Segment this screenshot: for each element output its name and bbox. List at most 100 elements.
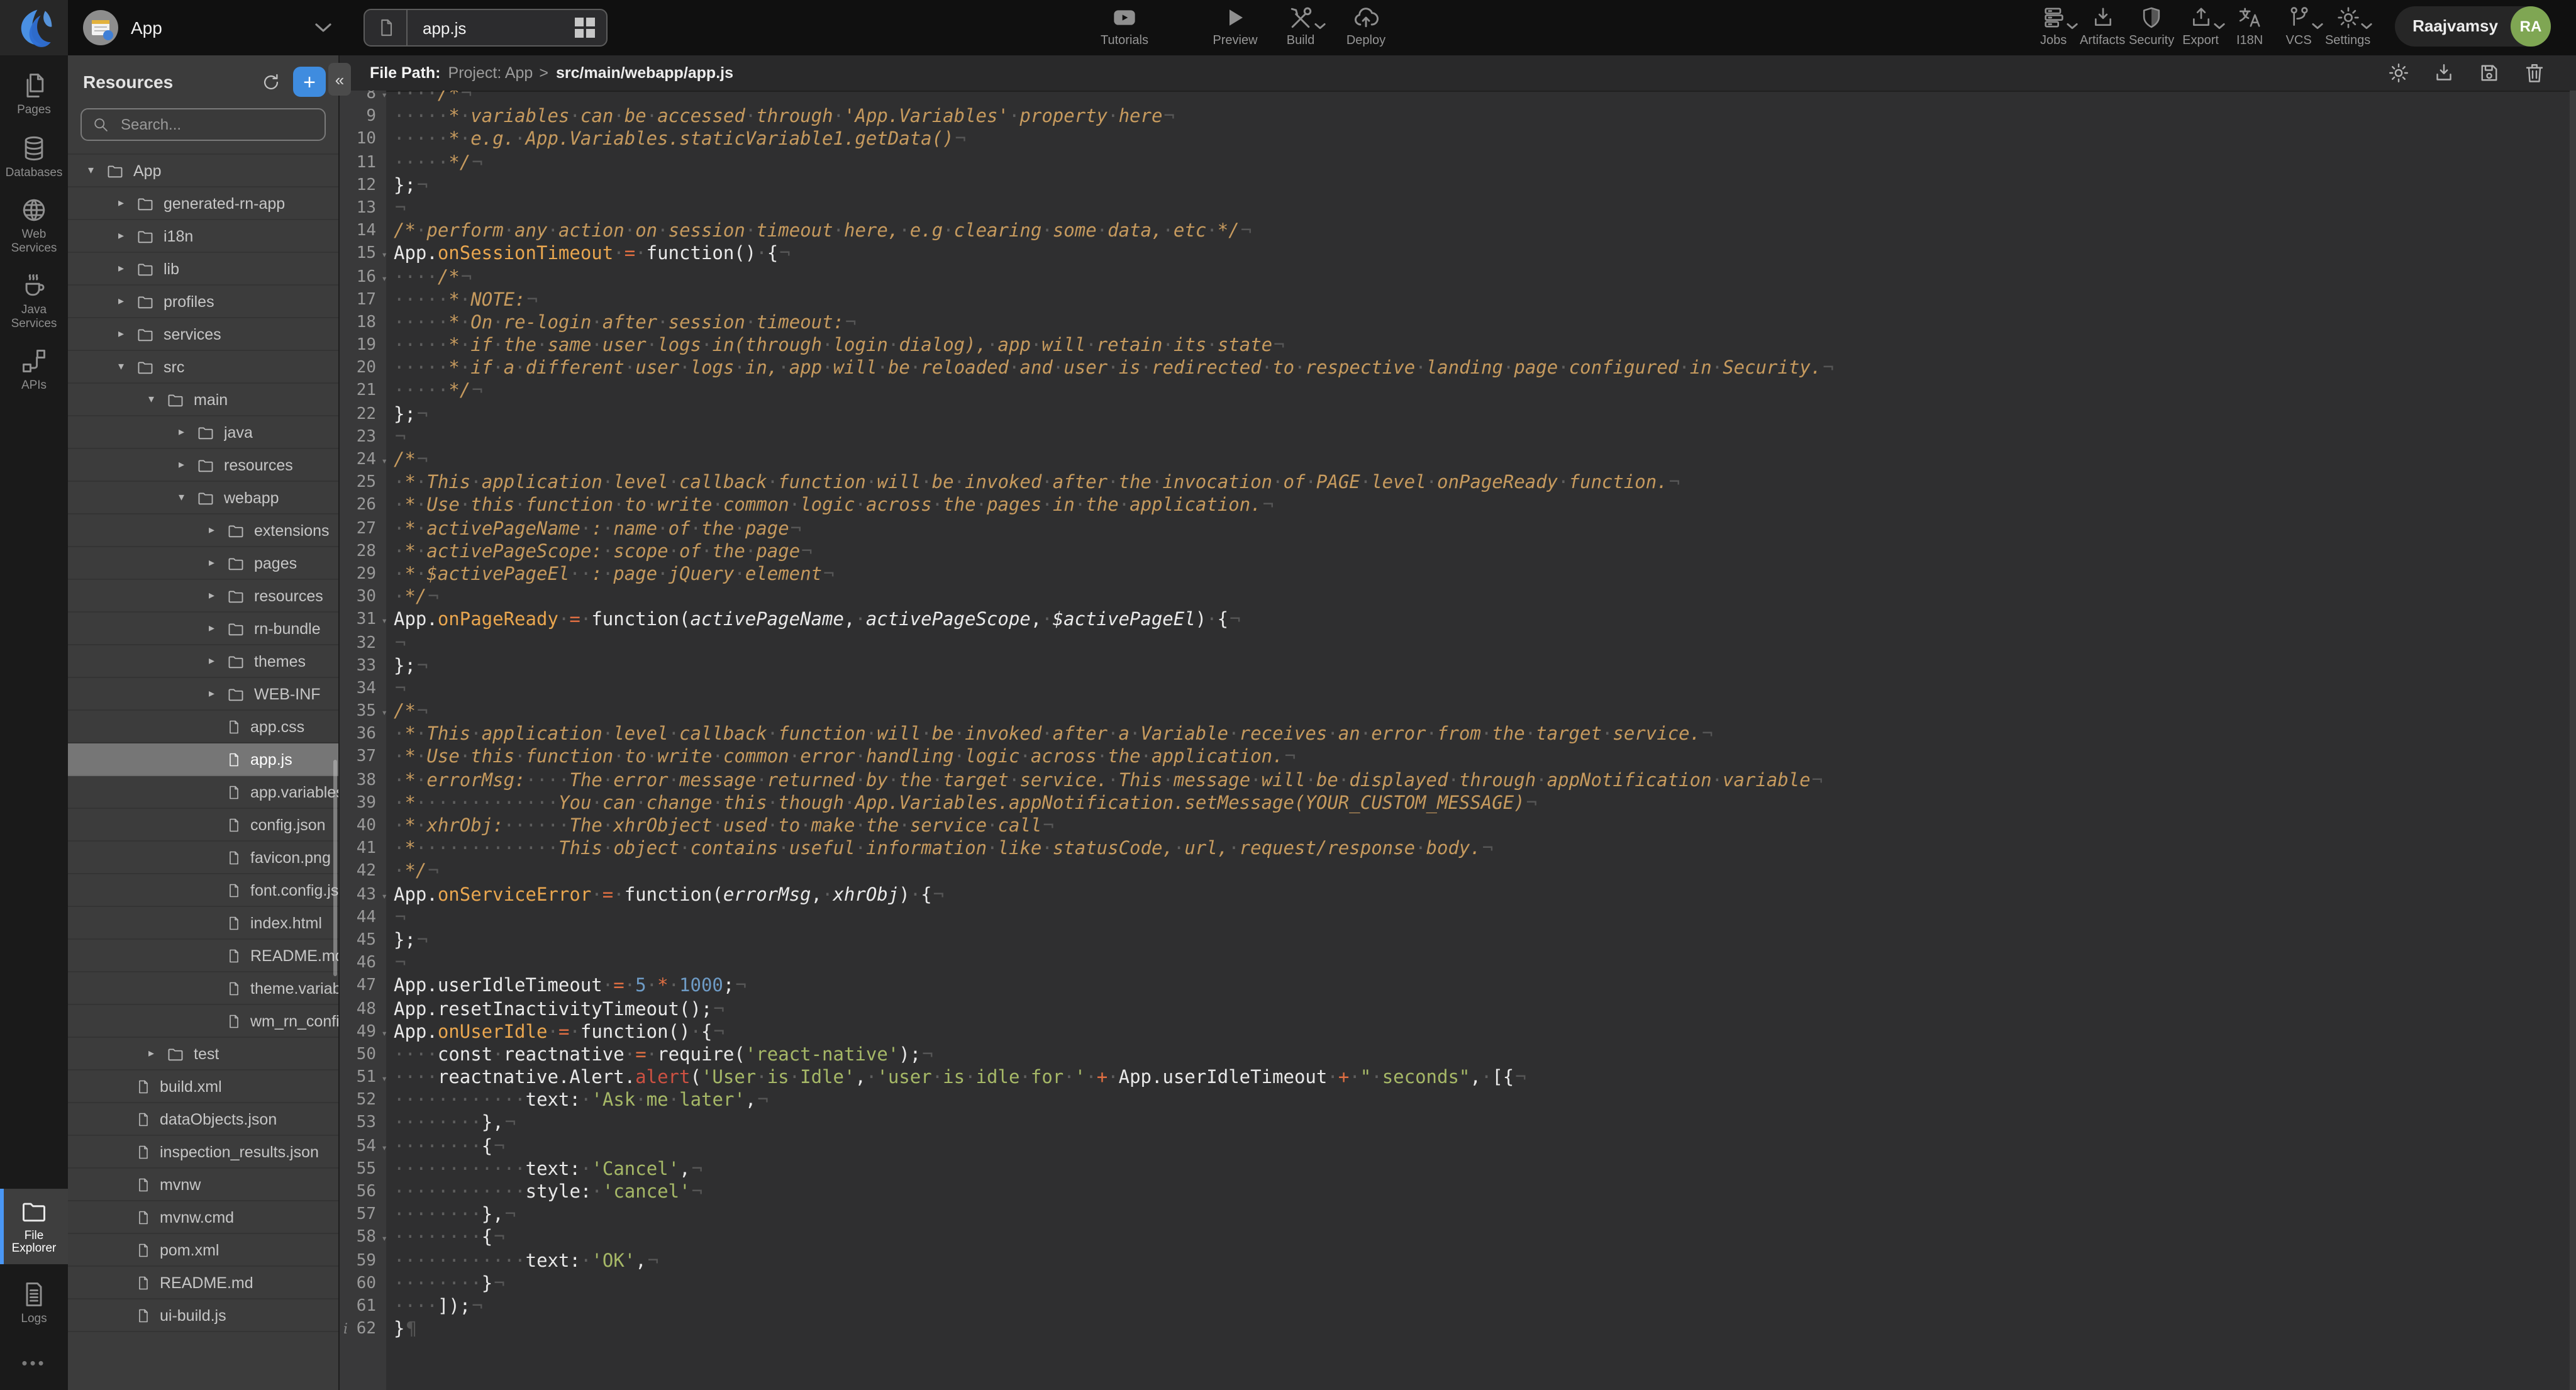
tree-row[interactable]: mvnw (68, 1169, 338, 1201)
tree-row[interactable]: ▾main (68, 384, 338, 416)
tree-row[interactable]: index.html (68, 907, 338, 940)
tree-collapsed-icon[interactable]: ▸ (179, 458, 196, 472)
tree-row[interactable]: README.md (68, 940, 338, 972)
code-line[interactable]: 29·*·$activePageEl··:·page·jQuery·elemen… (340, 564, 2570, 586)
code-line[interactable]: 30·*/¬ (340, 586, 2570, 609)
tree-row[interactable]: ▸extensions (68, 514, 338, 547)
tree-row[interactable]: wm_rn_config.js (68, 1005, 338, 1038)
tree-row[interactable]: ▸pages (68, 547, 338, 580)
tree-row[interactable]: README.md (68, 1267, 338, 1299)
code-line[interactable]: 41·*·············This·object·contains·us… (340, 838, 2570, 860)
user-menu[interactable]: Raajvamsy RA (2395, 6, 2551, 46)
grid-icon[interactable] (575, 18, 595, 38)
rail-item-file-explorer[interactable]: File Explorer (0, 1188, 68, 1264)
fold-icon[interactable]: ▾ (381, 885, 387, 908)
rail-item-java-services[interactable]: Java Services (0, 263, 68, 338)
rail-item-apis[interactable]: APIs (0, 338, 68, 401)
tree-collapsed-icon[interactable]: ▸ (148, 1047, 166, 1060)
artifacts-button[interactable]: Artifacts (2078, 4, 2127, 48)
tutorials-button[interactable]: Tutorials (1084, 4, 1165, 48)
code-line[interactable]: 55············text:·'Cancel',¬ (340, 1159, 2570, 1181)
rail-item-pages[interactable]: Pages (0, 63, 68, 125)
code-line[interactable]: 36·*·This·application·level·callback·fun… (340, 724, 2570, 747)
tree-row[interactable]: app.variables.js (68, 776, 338, 809)
code-line[interactable]: 16▾····/*¬ (340, 266, 2570, 289)
tree-row[interactable]: ▸WEB-INF (68, 678, 338, 711)
code-line[interactable]: 47App.userIdleTimeout·=·5·*·1000;¬ (340, 976, 2570, 998)
code-line[interactable]: 15▾App.onSessionTimeout·=·function()·{¬ (340, 243, 2570, 266)
refresh-button[interactable] (260, 71, 282, 92)
settings-button[interactable]: Settings (2323, 4, 2372, 48)
code-line[interactable]: 38·*·errorMsg:····The·error·message·retu… (340, 769, 2570, 792)
preview-button[interactable]: Preview (1202, 4, 1268, 48)
tree-row[interactable]: ▸java (68, 416, 338, 449)
i18n-button[interactable]: I18N (2225, 4, 2274, 48)
code-line[interactable]: 11·····*/¬ (340, 152, 2570, 174)
code-line[interactable]: 43▾App.onServiceError·=·function(errorMs… (340, 884, 2570, 906)
code-line[interactable]: 18·····*·On·re-login·after·session·timeo… (340, 312, 2570, 335)
tree-row[interactable]: ▸resources (68, 580, 338, 613)
tree-row[interactable]: ▾src (68, 351, 338, 384)
tree-collapsed-icon[interactable]: ▸ (209, 523, 226, 537)
code-line[interactable]: 21·····*/¬ (340, 381, 2570, 403)
tree-row[interactable]: favicon.png (68, 842, 338, 874)
tree-row[interactable]: app.js (68, 743, 338, 776)
search-box[interactable] (80, 108, 326, 141)
editor-scrollbar[interactable] (2570, 91, 2576, 1390)
code-line[interactable]: 37·*·Use·this·function·to·write·common·e… (340, 747, 2570, 769)
security-button[interactable]: Security (2127, 4, 2176, 48)
code-line[interactable]: 54▾········{¬ (340, 1135, 2570, 1158)
fold-icon[interactable]: ▾ (381, 702, 387, 725)
code-line[interactable]: 59············text:·'OK',¬ (340, 1250, 2570, 1272)
tree-row[interactable]: ▸rn-bundle (68, 613, 338, 645)
tree-row[interactable]: ▸profiles (68, 286, 338, 318)
code-line[interactable]: 45};¬ (340, 930, 2570, 952)
tree-row[interactable]: app.css (68, 711, 338, 743)
tree-row[interactable]: inspection_results.json (68, 1136, 338, 1169)
code-line[interactable]: 24▾/*¬ (340, 449, 2570, 472)
tree-row[interactable]: ▸lib (68, 253, 338, 286)
code-line[interactable]: 14/*·perform·any·action·on·session·timeo… (340, 220, 2570, 243)
tree-row[interactable]: ▸test (68, 1038, 338, 1070)
code-line[interactable]: 27·*·activePageName·:·name·of·the·page¬ (340, 518, 2570, 540)
panel-scrollbar[interactable] (333, 760, 337, 976)
code-line[interactable]: 60········}¬ (340, 1273, 2570, 1296)
code-line[interactable]: 39·*·············You·can·change·this·tho… (340, 792, 2570, 815)
build-button[interactable]: Build (1268, 4, 1333, 48)
code-line[interactable]: 28·*·activePageScope:·scope·of·the·page¬ (340, 541, 2570, 564)
tree-expanded-icon[interactable]: ▾ (148, 392, 166, 406)
fold-icon[interactable]: ▾ (381, 611, 387, 633)
code-pane[interactable]: 8▾····/*¬9·····*·variables·can·be·access… (340, 91, 2570, 1390)
tree-row[interactable]: ▸themes (68, 645, 338, 678)
code-line[interactable]: 44¬ (340, 907, 2570, 930)
fold-icon[interactable]: ▾ (381, 1137, 387, 1159)
jobs-button[interactable]: Jobs (2029, 4, 2078, 48)
code-line[interactable]: 57········},¬ (340, 1204, 2570, 1226)
save-icon[interactable] (2478, 62, 2501, 84)
code-line[interactable]: 23¬ (340, 426, 2570, 449)
search-input[interactable] (118, 114, 312, 135)
code-line[interactable]: 34¬ (340, 678, 2570, 701)
tree-collapsed-icon[interactable]: ▸ (118, 327, 136, 341)
code-line[interactable]: 61····]);¬ (340, 1296, 2570, 1318)
tree-row[interactable]: ▸services (68, 318, 338, 351)
code-line[interactable]: 12};¬ (340, 175, 2570, 197)
tab-app-js[interactable]: app.js (364, 9, 608, 47)
app-logo[interactable] (0, 0, 68, 55)
tree-row[interactable]: ▸i18n (68, 220, 338, 253)
code-line[interactable]: 32¬ (340, 632, 2570, 655)
vcs-button[interactable]: VCS (2274, 4, 2323, 48)
code-line[interactable]: 52············text:·'Ask·me·later',¬ (340, 1090, 2570, 1113)
rail-overflow-menu[interactable]: ••• (21, 1354, 46, 1372)
fold-icon[interactable]: ▾ (381, 1068, 387, 1091)
tree-collapsed-icon[interactable]: ▸ (118, 229, 136, 243)
code-line[interactable]: 46¬ (340, 952, 2570, 975)
tree-row[interactable]: ▾webapp (68, 482, 338, 514)
code-line[interactable]: 53········},¬ (340, 1113, 2570, 1135)
add-resource-button[interactable]: + (293, 67, 326, 97)
deploy-button[interactable]: Deploy (1333, 4, 1399, 48)
tree-collapsed-icon[interactable]: ▸ (209, 654, 226, 668)
fold-icon[interactable]: ▾ (381, 267, 387, 290)
code-line[interactable]: 49▾App.onUserIdle·=·function()·{¬ (340, 1021, 2570, 1043)
tree-collapsed-icon[interactable]: ▸ (118, 262, 136, 275)
